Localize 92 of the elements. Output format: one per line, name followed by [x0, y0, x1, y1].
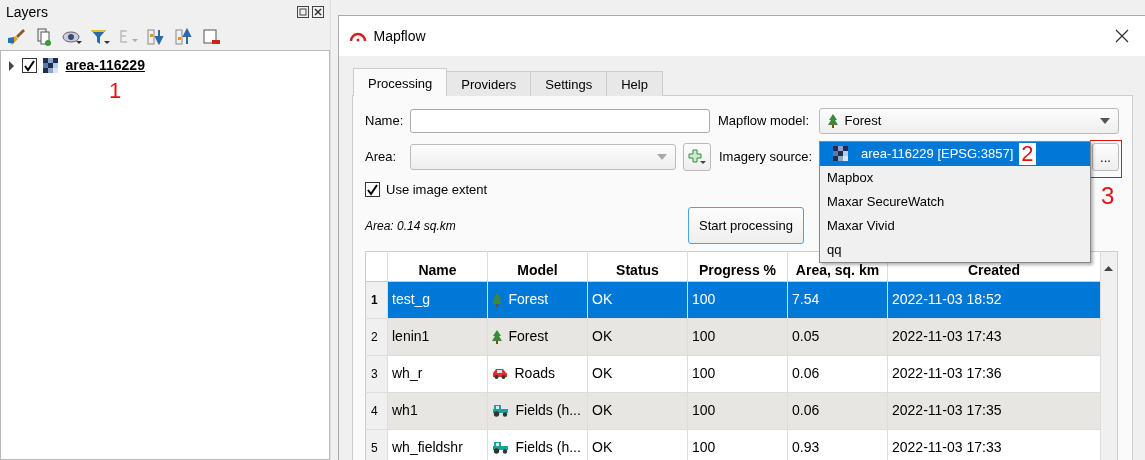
scrollbar[interactable]	[1101, 250, 1118, 460]
table-cell: 100	[687, 355, 788, 392]
table-cell: 0.06	[787, 355, 888, 392]
start-processing-button[interactable]: Start processing	[688, 207, 804, 244]
layer-checkbox[interactable]	[21, 58, 37, 73]
tab[interactable]: Settings	[530, 71, 608, 96]
table-cell: OK	[587, 392, 688, 429]
tab[interactable]: Processing	[353, 68, 448, 96]
table-cell: wh_r	[387, 355, 488, 392]
table-cell: 100	[687, 429, 788, 460]
float-icon[interactable]	[296, 6, 309, 18]
dropdown-option[interactable]: area-116229 [EPSG:3857] 2	[820, 142, 1090, 166]
table-cell: test_g	[387, 281, 488, 318]
model-name: Roads	[514, 364, 555, 383]
field-label: Mapflow model:	[718, 112, 811, 131]
model-name: Fields (h...	[515, 438, 581, 457]
tractor-icon	[492, 404, 509, 417]
scroll-up-icon	[1104, 265, 1113, 271]
use-extent-checkbox[interactable]	[365, 182, 380, 198]
model-name: Forest	[508, 327, 549, 346]
annotation-number: 3	[1101, 184, 1115, 208]
table-cell: OK	[587, 281, 688, 318]
tab[interactable]: Help	[606, 71, 663, 96]
table-cell: 2022-11-03 18:52	[887, 281, 1101, 318]
car-icon	[492, 368, 508, 379]
annotation-number: 1	[109, 78, 122, 103]
table-cell: OK	[587, 355, 688, 392]
add-group-icon[interactable]	[34, 28, 54, 46]
row-number: 4	[365, 392, 388, 429]
window-title: Mapflow	[373, 26, 426, 46]
table-cell: 7.54	[787, 281, 888, 318]
plus-icon	[688, 149, 706, 165]
field-label: Area:	[365, 148, 398, 167]
expand-arrow-icon[interactable]	[7, 60, 15, 71]
raster-layer-icon	[833, 146, 849, 162]
model-name: Forest	[508, 290, 549, 309]
brush-icon[interactable]	[6, 28, 26, 46]
area-info: Area: 0.14 sq.km	[365, 217, 457, 235]
remove-layer-icon[interactable]	[202, 28, 222, 46]
table-cell: wh1	[387, 392, 488, 429]
model-dropdown[interactable]: Forest	[819, 108, 1119, 134]
tree-icon	[492, 292, 502, 307]
eye-icon[interactable]	[62, 28, 82, 46]
layer-name[interactable]: area-116229	[65, 55, 145, 76]
table-cell: 100	[687, 318, 788, 355]
caret-icon	[657, 154, 667, 160]
more-button[interactable]: ...	[1092, 143, 1119, 171]
field-label: Name:	[365, 112, 405, 131]
dropdown-option[interactable]: Mapbox	[820, 166, 1090, 190]
highlight-frame	[1090, 140, 1122, 178]
column-header[interactable]: Progress %	[687, 251, 788, 281]
app-logo-icon	[349, 30, 367, 42]
column-header[interactable]: Name	[387, 251, 488, 281]
table-cell: wh_fieldshr	[387, 429, 488, 460]
column-header[interactable]: Model	[487, 251, 588, 281]
table-cell: OK	[587, 318, 688, 355]
collapse-all-icon[interactable]	[174, 28, 194, 46]
table-cell: 2022-11-03 17:36	[887, 355, 1101, 392]
tractor-icon	[492, 441, 509, 454]
field-label: Imagery source:	[719, 148, 814, 167]
raster-layer-icon	[43, 57, 59, 74]
annotation-number: 2	[1019, 143, 1036, 165]
close-icon[interactable]	[312, 6, 324, 18]
tree-icon	[828, 114, 838, 128]
filter-icon[interactable]	[90, 28, 110, 46]
row-number: 2	[365, 318, 388, 355]
table-cell: lenin1	[387, 318, 488, 355]
table-cell: 0.05	[787, 318, 888, 355]
table-cell: OK	[587, 429, 688, 460]
tree-icon	[492, 329, 502, 344]
table-cell: 2022-11-03 17:43	[887, 318, 1101, 355]
dropdown-option[interactable]: Maxar Vivid	[820, 214, 1090, 238]
row-number: 1	[365, 281, 388, 318]
name-field[interactable]	[410, 109, 710, 133]
model-name: Fields (h...	[515, 401, 581, 420]
add-area-button[interactable]	[683, 143, 711, 171]
expand-all-icon[interactable]	[146, 28, 166, 46]
table-cell: 2022-11-03 17:33	[887, 429, 1101, 460]
column-header[interactable]: Status	[587, 251, 688, 281]
close-icon[interactable]	[1115, 29, 1129, 43]
table-cell: 0.06	[787, 392, 888, 429]
row-number: 3	[365, 355, 388, 392]
caret-icon	[1100, 118, 1110, 124]
dropdown-option[interactable]: Maxar SecureWatch	[820, 190, 1090, 214]
panel-title: Layers	[6, 2, 49, 22]
checkbox-label[interactable]: Use image extent	[386, 180, 488, 200]
table-cell: 2022-11-03 17:35	[887, 392, 1101, 429]
table-cell: 100	[687, 281, 788, 318]
tab[interactable]: Providers	[446, 71, 532, 96]
row-number: 5	[365, 429, 388, 460]
table-cell: 100	[687, 392, 788, 429]
table-cell: 0.93	[787, 429, 888, 460]
